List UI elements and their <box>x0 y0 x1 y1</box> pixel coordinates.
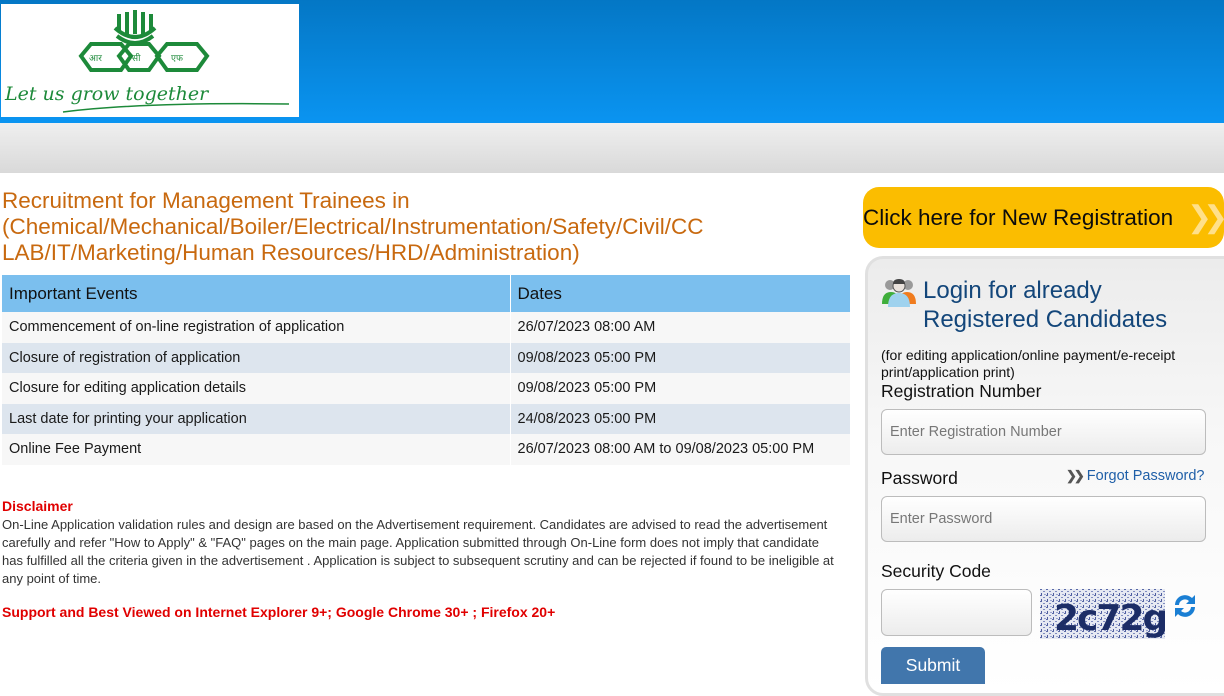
login-subtext: (for editing application/online payment/… <box>881 347 1176 380</box>
captcha-image: 2c72g <box>1040 589 1165 639</box>
site-header: आर सी एफ Let us grow together <box>0 0 1224 123</box>
logo-devanagari-2: सी <box>132 52 141 64</box>
table-row: Closure of registration of application 0… <box>2 342 850 373</box>
disclaimer-title: Disclaimer <box>2 498 73 514</box>
forgot-password-label: Forgot Password? <box>1086 468 1205 484</box>
logo-devanagari-1: आर <box>89 54 102 64</box>
date-cell: 24/08/2023 05:00 PM <box>509 403 850 434</box>
new-registration-label: Click here for New Registration <box>863 205 1174 230</box>
password-label: Password <box>881 468 958 488</box>
double-chevron-right-icon: ❯❯ <box>1187 201 1224 234</box>
new-registration-button[interactable]: Click here for New Registration ❯❯ <box>863 187 1224 248</box>
users-group-icon <box>882 279 916 307</box>
table-row: Last date for printing your application … <box>2 403 850 434</box>
table-row: Commencement of on-line registration of … <box>2 312 850 343</box>
event-cell: Last date for printing your application <box>2 403 510 434</box>
event-cell: Closure for editing application details <box>2 373 510 404</box>
rcf-logo-icon: आर सी एफ Let us grow together <box>4 10 290 113</box>
column-header-dates: Dates <box>509 275 850 312</box>
password-input[interactable] <box>881 496 1206 542</box>
date-cell: 09/08/2023 05:00 PM <box>509 373 850 404</box>
event-cell: Commencement of on-line registration of … <box>2 312 510 343</box>
login-heading-line1: Login for already <box>923 277 1102 304</box>
security-code-input[interactable] <box>881 589 1032 636</box>
rcf-logo: आर सी एफ Let us grow together <box>1 4 299 117</box>
page-title: Recruitment for Management Trainees in (… <box>2 188 704 265</box>
captcha-text: 2c72g <box>1054 598 1165 639</box>
nav-bar <box>0 123 1224 173</box>
column-header-events: Important Events <box>2 275 510 312</box>
double-chevron-right-icon: ❯❯ <box>1066 468 1085 483</box>
logo-tagline: Let us grow together <box>4 83 210 105</box>
event-cell: Closure of registration of application <box>2 342 510 373</box>
date-cell: 26/07/2023 08:00 AM to 09/08/2023 05:00 … <box>509 434 850 465</box>
disclaimer-text: On-Line Application validation rules and… <box>2 517 834 586</box>
table-row: Closure for editing application details … <box>2 373 850 404</box>
submit-button[interactable]: Submit <box>881 647 985 684</box>
login-heading: Login for already Registered Candidates <box>923 276 1167 334</box>
important-events-table: Important Events Dates Commencement of o… <box>2 275 850 465</box>
date-cell: 26/07/2023 08:00 AM <box>509 312 850 343</box>
date-cell: 09/08/2023 05:00 PM <box>509 342 850 373</box>
registration-number-label: Registration Number <box>881 381 1042 401</box>
table-row: Online Fee Payment 26/07/2023 08:00 AM t… <box>2 434 850 465</box>
login-heading-line2: Registered Candidates <box>923 306 1168 333</box>
security-code-label: Security Code <box>881 561 991 581</box>
table-header-row: Important Events Dates <box>2 275 850 312</box>
refresh-captcha-icon[interactable] <box>1171 592 1199 620</box>
registration-number-input[interactable] <box>881 409 1206 455</box>
logo-devanagari-3: एफ <box>171 54 184 64</box>
browser-support-note: Support and Best Viewed on Internet Expl… <box>2 604 556 620</box>
event-cell: Online Fee Payment <box>2 434 510 465</box>
forgot-password-link[interactable]: ❯❯ Forgot Password? <box>1066 468 1204 484</box>
